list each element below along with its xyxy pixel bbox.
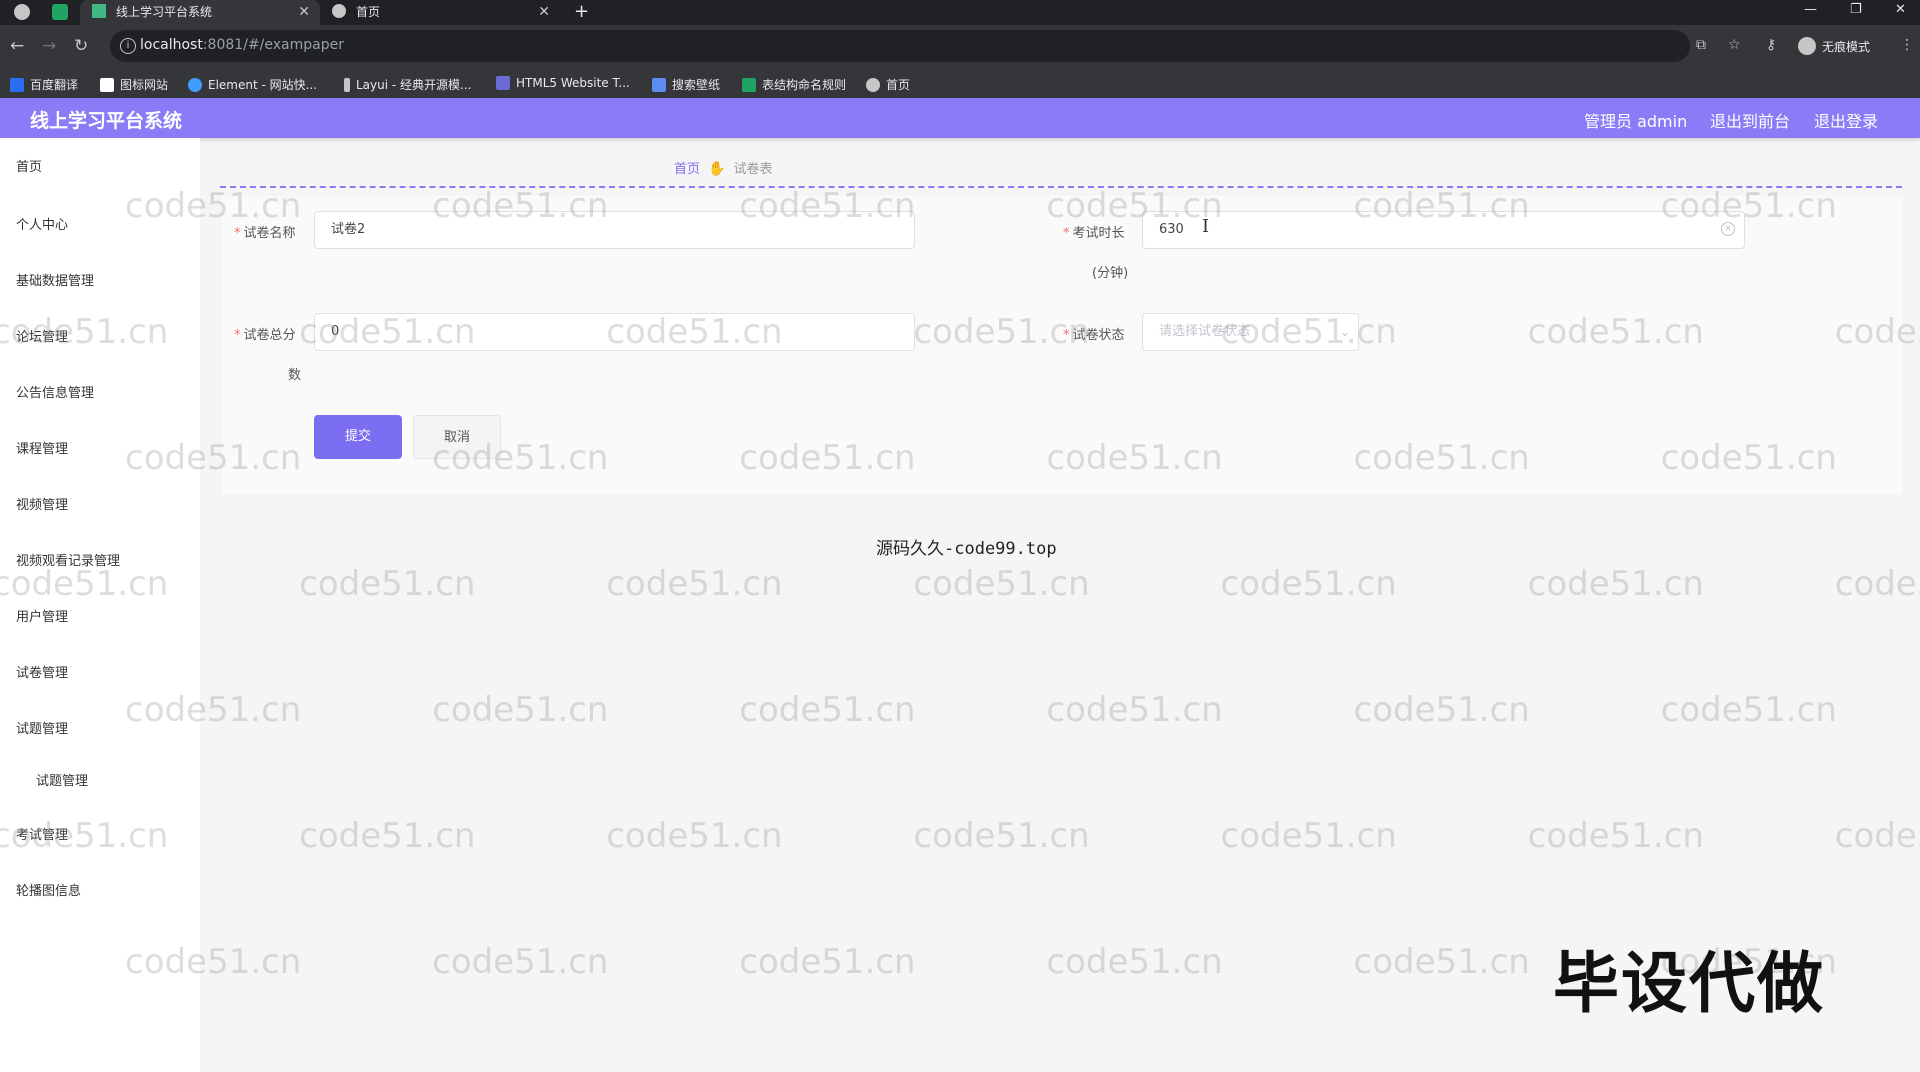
wallpaper-icon: [652, 78, 666, 92]
translate-icon[interactable]: ⧉: [1696, 37, 1706, 53]
text-cursor-icon: I: [1202, 216, 1210, 237]
divider: [220, 186, 1902, 188]
sidebar-item-course[interactable]: 课程管理: [16, 438, 68, 457]
sidebar-item-exampaper[interactable]: 试卷管理: [16, 662, 68, 681]
clear-icon[interactable]: ✕: [1721, 222, 1735, 236]
sidebar-item-base-data[interactable]: 基础数据管理: [16, 270, 94, 289]
tab-title: 线上学习平台系统: [116, 5, 213, 19]
bookmark-item[interactable]: Element - 网站快...: [188, 76, 317, 93]
close-window-button[interactable]: ✕: [1895, 0, 1906, 20]
watermark-row: code51.cn code51.cn code51.cn code51.cn …: [125, 690, 1837, 730]
bookmark-item[interactable]: 搜索壁纸: [652, 76, 720, 93]
status-label: * 试卷状态: [1063, 328, 1125, 343]
bookmark-item[interactable]: 首页: [866, 76, 910, 93]
sidebar-item-video-record[interactable]: 视频观看记录管理: [16, 550, 120, 569]
html5-template-icon: [496, 76, 510, 90]
vue-logo-icon: [92, 4, 106, 18]
duration-label: * 考试时长: [1063, 226, 1125, 241]
breadcrumb-home[interactable]: 首页: [674, 162, 700, 177]
submit-button[interactable]: 提交: [314, 415, 402, 459]
breadcrumb-separator-icon: ✋: [708, 161, 726, 177]
sidebar: 首页 个人中心 基础数据管理 论坛管理 公告信息管理 课程管理 视频管理 视频观…: [0, 138, 200, 1072]
status-select[interactable]: 请选择试卷状态: [1142, 313, 1359, 351]
new-tab-button[interactable]: +: [574, 0, 589, 24]
key-icon[interactable]: ⚷: [1766, 37, 1776, 53]
duration-input[interactable]: 630: [1142, 211, 1745, 249]
bookmark-item[interactable]: HTML5 Website T...: [496, 76, 630, 90]
incognito-indicator[interactable]: 无痕模式: [1798, 37, 1870, 55]
paper-name-input[interactable]: 试卷2: [314, 211, 915, 249]
sidebar-item-home[interactable]: 首页: [16, 156, 42, 175]
bookmarks-bar: 百度翻译 图标网站 Element - 网站快... Layui - 经典开源模…: [0, 68, 1920, 99]
app-title: 线上学习平台系统: [30, 110, 183, 132]
cancel-button[interactable]: 取消: [413, 415, 501, 459]
total-score-label: * 试卷总分: [234, 328, 296, 343]
bookmark-item[interactable]: Layui - 经典开源模...: [344, 76, 471, 93]
sidebar-item-exam[interactable]: 考试管理: [16, 824, 68, 843]
incognito-icon: [1798, 37, 1816, 55]
incognito-label: 无痕模式: [1822, 40, 1871, 54]
center-source-note: 源码久久-code99.top: [876, 539, 1057, 559]
sidebar-item-carousel[interactable]: 轮播图信息: [16, 880, 81, 899]
logout-link[interactable]: 退出登录: [1814, 108, 1878, 132]
globe-icon: [866, 78, 880, 92]
sidebar-item-forum[interactable]: 论坛管理: [16, 326, 68, 345]
corner-watermark: 毕设代做: [1553, 945, 1825, 1022]
paper-name-label: * 试卷名称: [234, 226, 296, 241]
watermark-row: code51.cn code51.cn code51.cn code51.cn …: [0, 564, 1920, 604]
tab-home[interactable]: 首页 ✕: [320, 0, 560, 25]
back-icon[interactable]: ←: [10, 36, 24, 56]
duration-unit: (分钟): [1092, 266, 1129, 281]
bookmark-star-icon[interactable]: ☆: [1728, 37, 1741, 53]
to-front-link[interactable]: 退出到前台: [1710, 108, 1790, 132]
app-header: 线上学习平台系统 管理员 admin 退出到前台 退出登录: [0, 98, 1920, 138]
sidebar-item-question[interactable]: 试题管理: [16, 718, 68, 737]
restore-button[interactable]: ❐: [1850, 0, 1862, 20]
tab-active[interactable]: 线上学习平台系统 ✕: [80, 0, 320, 25]
layui-logo-icon: [344, 78, 350, 92]
bookmark-item[interactable]: 图标网站: [100, 76, 168, 93]
chrome-menu-icon[interactable]: [14, 4, 30, 20]
element-logo-icon: [188, 78, 202, 92]
bookmark-icon: [10, 78, 24, 92]
url-field[interactable]: i localhost:8081/#/exampaper: [110, 30, 1690, 62]
url-text: localhost:8081/#/exampaper: [140, 37, 344, 53]
address-bar-row: ← → ↻ i localhost:8081/#/exampaper ⧉ ☆ ⚷…: [0, 25, 1920, 68]
sheet-icon: [742, 78, 756, 92]
forward-icon[interactable]: →: [42, 36, 56, 56]
more-menu-icon[interactable]: ⋮: [1900, 37, 1914, 53]
watermark-row: code51.cn code51.cn code51.cn code51.cn …: [0, 816, 1920, 856]
sidebar-item-video[interactable]: 视频管理: [16, 494, 68, 513]
pinned-tab-icon[interactable]: [52, 4, 68, 20]
bookmark-item[interactable]: 百度翻译: [10, 76, 78, 93]
sidebar-item-profile[interactable]: 个人中心: [16, 214, 68, 233]
site-info-icon[interactable]: i: [120, 38, 136, 54]
sidebar-item-user[interactable]: 用户管理: [16, 606, 68, 625]
tab-close-icon[interactable]: ✕: [298, 0, 310, 25]
chevron-down-icon: ⌄: [1340, 325, 1351, 339]
tab-close-icon[interactable]: ✕: [538, 0, 550, 25]
globe-icon: [332, 4, 346, 18]
total-score-unit: 数: [288, 368, 302, 383]
admin-label: 管理员 admin: [1584, 112, 1688, 131]
minimize-button[interactable]: —: [1804, 0, 1817, 20]
sidebar-item-notice[interactable]: 公告信息管理: [16, 382, 94, 401]
total-score-input[interactable]: 0: [314, 313, 915, 351]
reload-icon[interactable]: ↻: [74, 36, 88, 56]
sidebar-subitem-question[interactable]: 试题管理: [36, 770, 88, 789]
flag-icon: [100, 78, 114, 92]
browser-tab-bar: 线上学习平台系统 ✕ 首页 ✕ + — ❐ ✕: [0, 0, 1920, 25]
tab-title: 首页: [356, 5, 381, 19]
breadcrumb: 首页 ✋ 试卷表: [674, 158, 772, 177]
bookmark-item[interactable]: 表结构命名规则: [742, 76, 846, 93]
breadcrumb-current: 试卷表: [733, 162, 773, 177]
